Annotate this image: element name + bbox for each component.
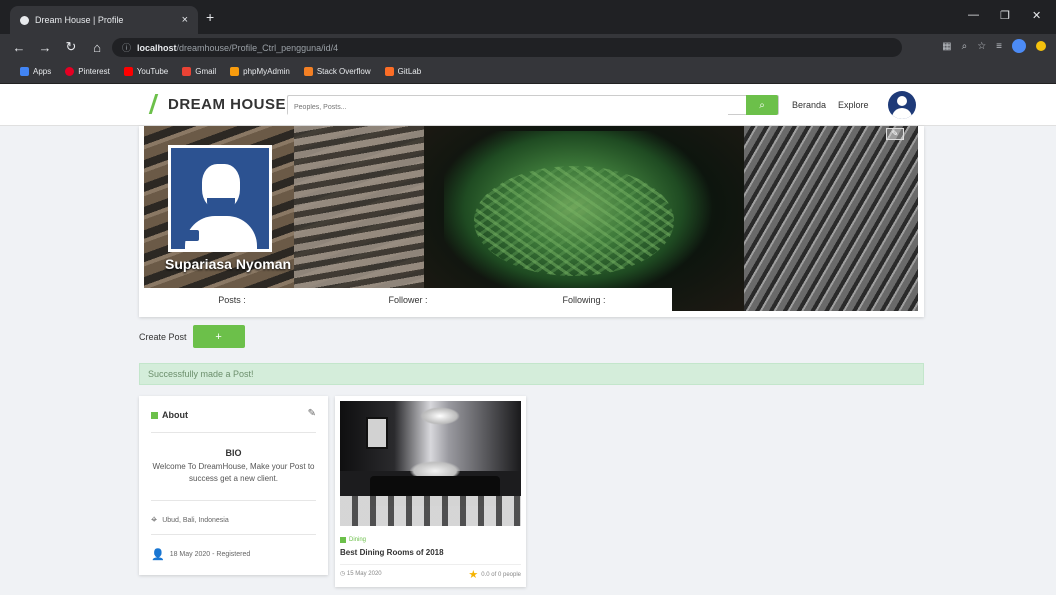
bookmarks-bar: Apps Pinterest YouTube Gmail phpMyAdmin … xyxy=(0,60,1056,84)
account-avatar-icon[interactable] xyxy=(1012,39,1026,53)
stat-following[interactable]: Following : xyxy=(496,295,672,305)
bookmark-youtube[interactable]: YouTube xyxy=(123,67,168,76)
minimize-icon[interactable]: — xyxy=(968,9,979,21)
create-post-label: Create Post xyxy=(139,331,187,342)
location: ⌖ Ubud, Bali, Indonesia xyxy=(151,514,229,526)
logo-mark-icon xyxy=(148,94,166,114)
youtube-icon xyxy=(123,67,133,76)
reload-icon[interactable]: ↻ xyxy=(64,39,78,55)
url-field[interactable]: ⓘ localhost /dreamhouse/Profile_Ctrl_pen… xyxy=(112,38,902,57)
profile-name: Supariasa Nyoman xyxy=(165,256,292,272)
bookmark-apps[interactable]: Apps xyxy=(20,67,51,76)
avatar-placeholder-icon xyxy=(171,148,269,249)
divider xyxy=(151,500,316,501)
user-avatar-icon[interactable] xyxy=(888,91,916,119)
gmail-icon xyxy=(182,67,192,76)
edit-profile-icon[interactable]: ✎ xyxy=(308,408,316,419)
search-icon: ⌕ xyxy=(759,99,765,111)
stat-follower[interactable]: Follower : xyxy=(320,295,496,305)
star-icon: ★ xyxy=(468,569,479,581)
post-rating: ★ 0.0 of 0 people xyxy=(468,569,521,581)
search-input[interactable] xyxy=(288,98,728,117)
tab-close-icon[interactable]: × xyxy=(182,14,188,26)
divider xyxy=(151,432,316,433)
site-logo[interactable]: DREAM HOUSE xyxy=(148,94,287,114)
bookmark-pinterest[interactable]: Pinterest xyxy=(65,67,110,76)
about-card: About ✎ BIO Welcome To DreamHouse, Make … xyxy=(139,396,328,575)
user-icon: 👤 xyxy=(151,549,165,561)
divider xyxy=(340,564,521,565)
profile-stats: Posts : Follower : Following : xyxy=(144,288,672,312)
profile-avatar[interactable] xyxy=(168,145,272,252)
bookmark-gitlab[interactable]: GitLab xyxy=(384,67,421,76)
green-square-icon xyxy=(340,537,346,543)
star-bookmark-icon[interactable]: ☆ xyxy=(977,41,986,52)
about-title: About xyxy=(151,410,188,420)
stackoverflow-icon xyxy=(303,67,313,76)
extension-icons: ▦ ⌕ ☆ ≡ xyxy=(942,39,1046,53)
post-category: Dining xyxy=(340,537,366,543)
extension-icon[interactable] xyxy=(1036,41,1046,51)
phpmyadmin-icon xyxy=(230,67,240,76)
gitlab-icon xyxy=(384,67,394,76)
url-host: localhost xyxy=(137,42,177,53)
post-title[interactable]: Best Dining Rooms of 2018 xyxy=(340,548,444,557)
registered-date: 👤 18 May 2020 - Registered xyxy=(151,549,251,561)
stat-posts[interactable]: Posts : xyxy=(144,295,320,305)
bio-heading: BIO xyxy=(225,448,242,458)
info-icon: ⓘ xyxy=(122,43,132,53)
post-card[interactable]: Dining Best Dining Rooms of 2018 ◷ 15 Ma… xyxy=(335,396,526,587)
apps-grid-icon xyxy=(20,67,29,76)
browser-tab[interactable]: Dream House | Profile × xyxy=(10,6,198,34)
post-date: ◷ 15 May 2020 xyxy=(340,571,382,577)
clock-icon: ◷ xyxy=(340,571,346,577)
edit-cover-icon[interactable]: ✎ xyxy=(886,128,904,140)
logo-text: DREAM HOUSE xyxy=(168,95,287,113)
bookmark-gmail[interactable]: Gmail xyxy=(182,67,216,76)
translate-icon[interactable]: ▦ xyxy=(942,41,951,52)
nav-explore[interactable]: Explore xyxy=(838,100,869,110)
tab-title: Dream House | Profile xyxy=(35,15,124,25)
create-post-row: Create Post + xyxy=(139,325,245,348)
bio-text: Welcome To DreamHouse, Make your Post to… xyxy=(152,462,315,483)
divider xyxy=(151,534,316,535)
nav-beranda[interactable]: Beranda xyxy=(792,100,826,110)
forward-icon[interactable]: → xyxy=(38,40,52,55)
zoom-icon[interactable]: ⌕ xyxy=(962,41,968,52)
location-pin-icon: ⌖ xyxy=(151,514,158,526)
search-box: ⌕ xyxy=(287,95,779,117)
post-image[interactable] xyxy=(340,401,521,526)
green-square-icon xyxy=(151,411,158,419)
create-post-button[interactable]: + xyxy=(192,325,245,348)
bookmark-stackoverflow[interactable]: Stack Overflow xyxy=(303,67,371,76)
media-icon[interactable]: ≡ xyxy=(996,41,1002,52)
address-bar-row: ← → ↻ ⌂ ⓘ localhost /dreamhouse/Profile_… xyxy=(0,34,1056,60)
browser-tab-bar: Dream House | Profile × + — ❐ ✕ xyxy=(0,0,1056,34)
success-alert: Successfully made a Post! xyxy=(139,363,924,385)
back-icon[interactable]: ← xyxy=(12,40,26,55)
new-tab-button[interactable]: + xyxy=(206,9,214,25)
maximize-icon[interactable]: ❐ xyxy=(1000,9,1010,22)
url-path: /dreamhouse/Profile_Ctrl_pengguna/id/4 xyxy=(176,42,339,53)
favicon-icon xyxy=(20,15,29,25)
site-navbar: DREAM HOUSE ⌕ Beranda Explore xyxy=(0,84,1056,126)
window-close-icon[interactable]: ✕ xyxy=(1032,9,1041,22)
search-button[interactable]: ⌕ xyxy=(746,95,778,115)
bookmark-phpmyadmin[interactable]: phpMyAdmin xyxy=(230,67,290,76)
pinterest-icon xyxy=(65,67,75,76)
home-icon[interactable]: ⌂ xyxy=(90,40,104,55)
